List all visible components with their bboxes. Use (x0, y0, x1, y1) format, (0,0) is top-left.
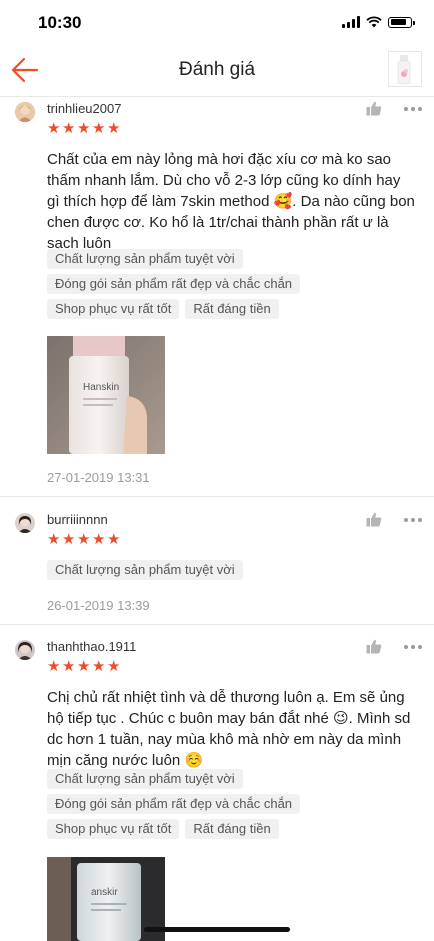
review-photo[interactable]: Hanskin (47, 336, 165, 454)
bottle-label-text: anskir (91, 887, 118, 898)
star-icon: ★ (77, 531, 91, 548)
more-options-icon[interactable] (404, 517, 422, 522)
bottle-label-text: Hanskin (83, 382, 119, 393)
review-comment: Chất của em này lỏng mà hơi đặc xíu cơ m… (47, 151, 415, 252)
review-tags: Chất lượng sản phẩm tuyệt vời Đóng gói s… (47, 249, 427, 319)
product-thumbnail[interactable] (388, 51, 422, 87)
star-icon: ★ (92, 531, 106, 548)
page-title: Đánh giá (178, 59, 256, 80)
star-icon: ★ (62, 120, 76, 137)
wifi-icon (366, 16, 382, 28)
home-indicator[interactable] (144, 927, 290, 932)
review-tag: Shop phục vụ rất tốt (47, 299, 180, 319)
star-icon: ★ (62, 531, 76, 548)
avatar[interactable] (15, 640, 35, 660)
star-icon: ★ (47, 120, 61, 137)
status-time: 10:30 (38, 13, 82, 32)
review-tag: Chất lượng sản phẩm tuyệt vời (47, 249, 243, 269)
star-icon: ★ (92, 658, 106, 675)
review-tags: Chất lượng sản phẩm tuyệt vời (47, 560, 427, 580)
review-tags: Chất lượng sản phẩm tuyệt vời Đóng gói s… (47, 769, 427, 839)
star-icon: ★ (107, 531, 121, 548)
review-tag: Chất lượng sản phẩm tuyệt vời (47, 769, 243, 789)
status-bar: 10:30 (0, 0, 434, 44)
review-username: trinhlieu2007 (47, 101, 122, 116)
star-icon: ★ (62, 658, 76, 675)
review-tag: Shop phục vụ rất tốt (47, 819, 180, 839)
more-options-icon[interactable] (404, 106, 422, 111)
product-bottle-image (397, 55, 411, 85)
star-icon: ★ (77, 120, 91, 137)
review-tag: Rất đáng tiền (185, 819, 279, 839)
star-icon: ★ (47, 531, 61, 548)
review-username: burriiinnnn (47, 512, 108, 527)
review-comment: Chị chủ rất nhiệt tình và dễ thương luôn… (47, 689, 411, 769)
review-actions (366, 512, 422, 527)
rating-stars: ★ ★ ★ ★ ★ (47, 531, 121, 548)
review-tag: Chất lượng sản phẩm tuyệt vời (47, 560, 243, 580)
divider (0, 496, 434, 497)
review-tag: Rất đáng tiền (185, 299, 279, 319)
review-tag: Đóng gói sản phẩm rất đẹp và chắc chắn (47, 274, 301, 294)
star-icon: ★ (92, 120, 106, 137)
rating-stars: ★ ★ ★ ★ ★ (47, 658, 121, 675)
thumbs-up-icon[interactable] (366, 639, 382, 654)
star-icon: ★ (47, 658, 61, 675)
status-icons (342, 16, 415, 28)
signal-icon (342, 16, 360, 28)
divider (0, 624, 434, 625)
review-date: 27-01-2019 13:31 (47, 470, 150, 485)
star-icon: ★ (77, 658, 91, 675)
rating-stars: ★ ★ ★ ★ ★ (47, 120, 121, 137)
review-actions (366, 639, 422, 654)
more-options-icon[interactable] (404, 644, 422, 649)
thumbs-up-icon[interactable] (366, 512, 382, 527)
star-icon: ★ (107, 658, 121, 675)
header-bar: Đánh giá (0, 44, 434, 97)
review-username: thanhthao.1911 (47, 639, 137, 654)
battery-icon (388, 16, 415, 28)
avatar[interactable] (15, 513, 35, 533)
review-actions (366, 101, 422, 116)
review-date: 26-01-2019 13:39 (47, 598, 150, 613)
star-icon: ★ (107, 120, 121, 137)
avatar[interactable] (15, 102, 35, 122)
thumbs-up-icon[interactable] (366, 101, 382, 116)
review-tag: Đóng gói sản phẩm rất đẹp và chắc chắn (47, 794, 301, 814)
